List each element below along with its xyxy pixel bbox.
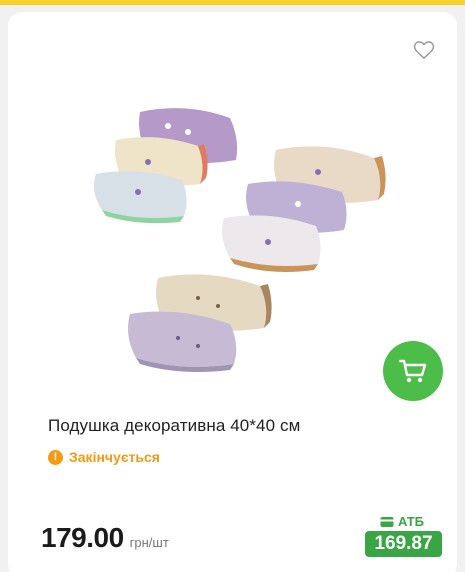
stock-status: ! Закінчується	[48, 449, 160, 465]
price-value: 179.00	[41, 522, 124, 553]
promo-label-text: АТБ	[398, 514, 425, 529]
top-strip	[0, 0, 465, 5]
heart-icon[interactable]	[411, 37, 437, 63]
price-unit: грн/шт	[129, 535, 169, 550]
price: 179.00 грн/шт	[41, 522, 169, 554]
stock-status-label: Закінчується	[69, 449, 160, 465]
warning-icon: !	[48, 449, 63, 465]
promo-label: АТБ	[380, 514, 424, 529]
product-image[interactable]	[78, 92, 398, 382]
product-card[interactable]: Подушка декоративна 40*40 см ! Закінчуєт…	[8, 12, 457, 572]
product-title[interactable]: Подушка декоративна 40*40 см	[48, 416, 300, 436]
card-icon	[380, 516, 394, 527]
add-to-cart-button[interactable]	[383, 341, 443, 401]
promo-price: 169.87	[365, 531, 442, 557]
shopping-cart-icon	[398, 359, 427, 383]
